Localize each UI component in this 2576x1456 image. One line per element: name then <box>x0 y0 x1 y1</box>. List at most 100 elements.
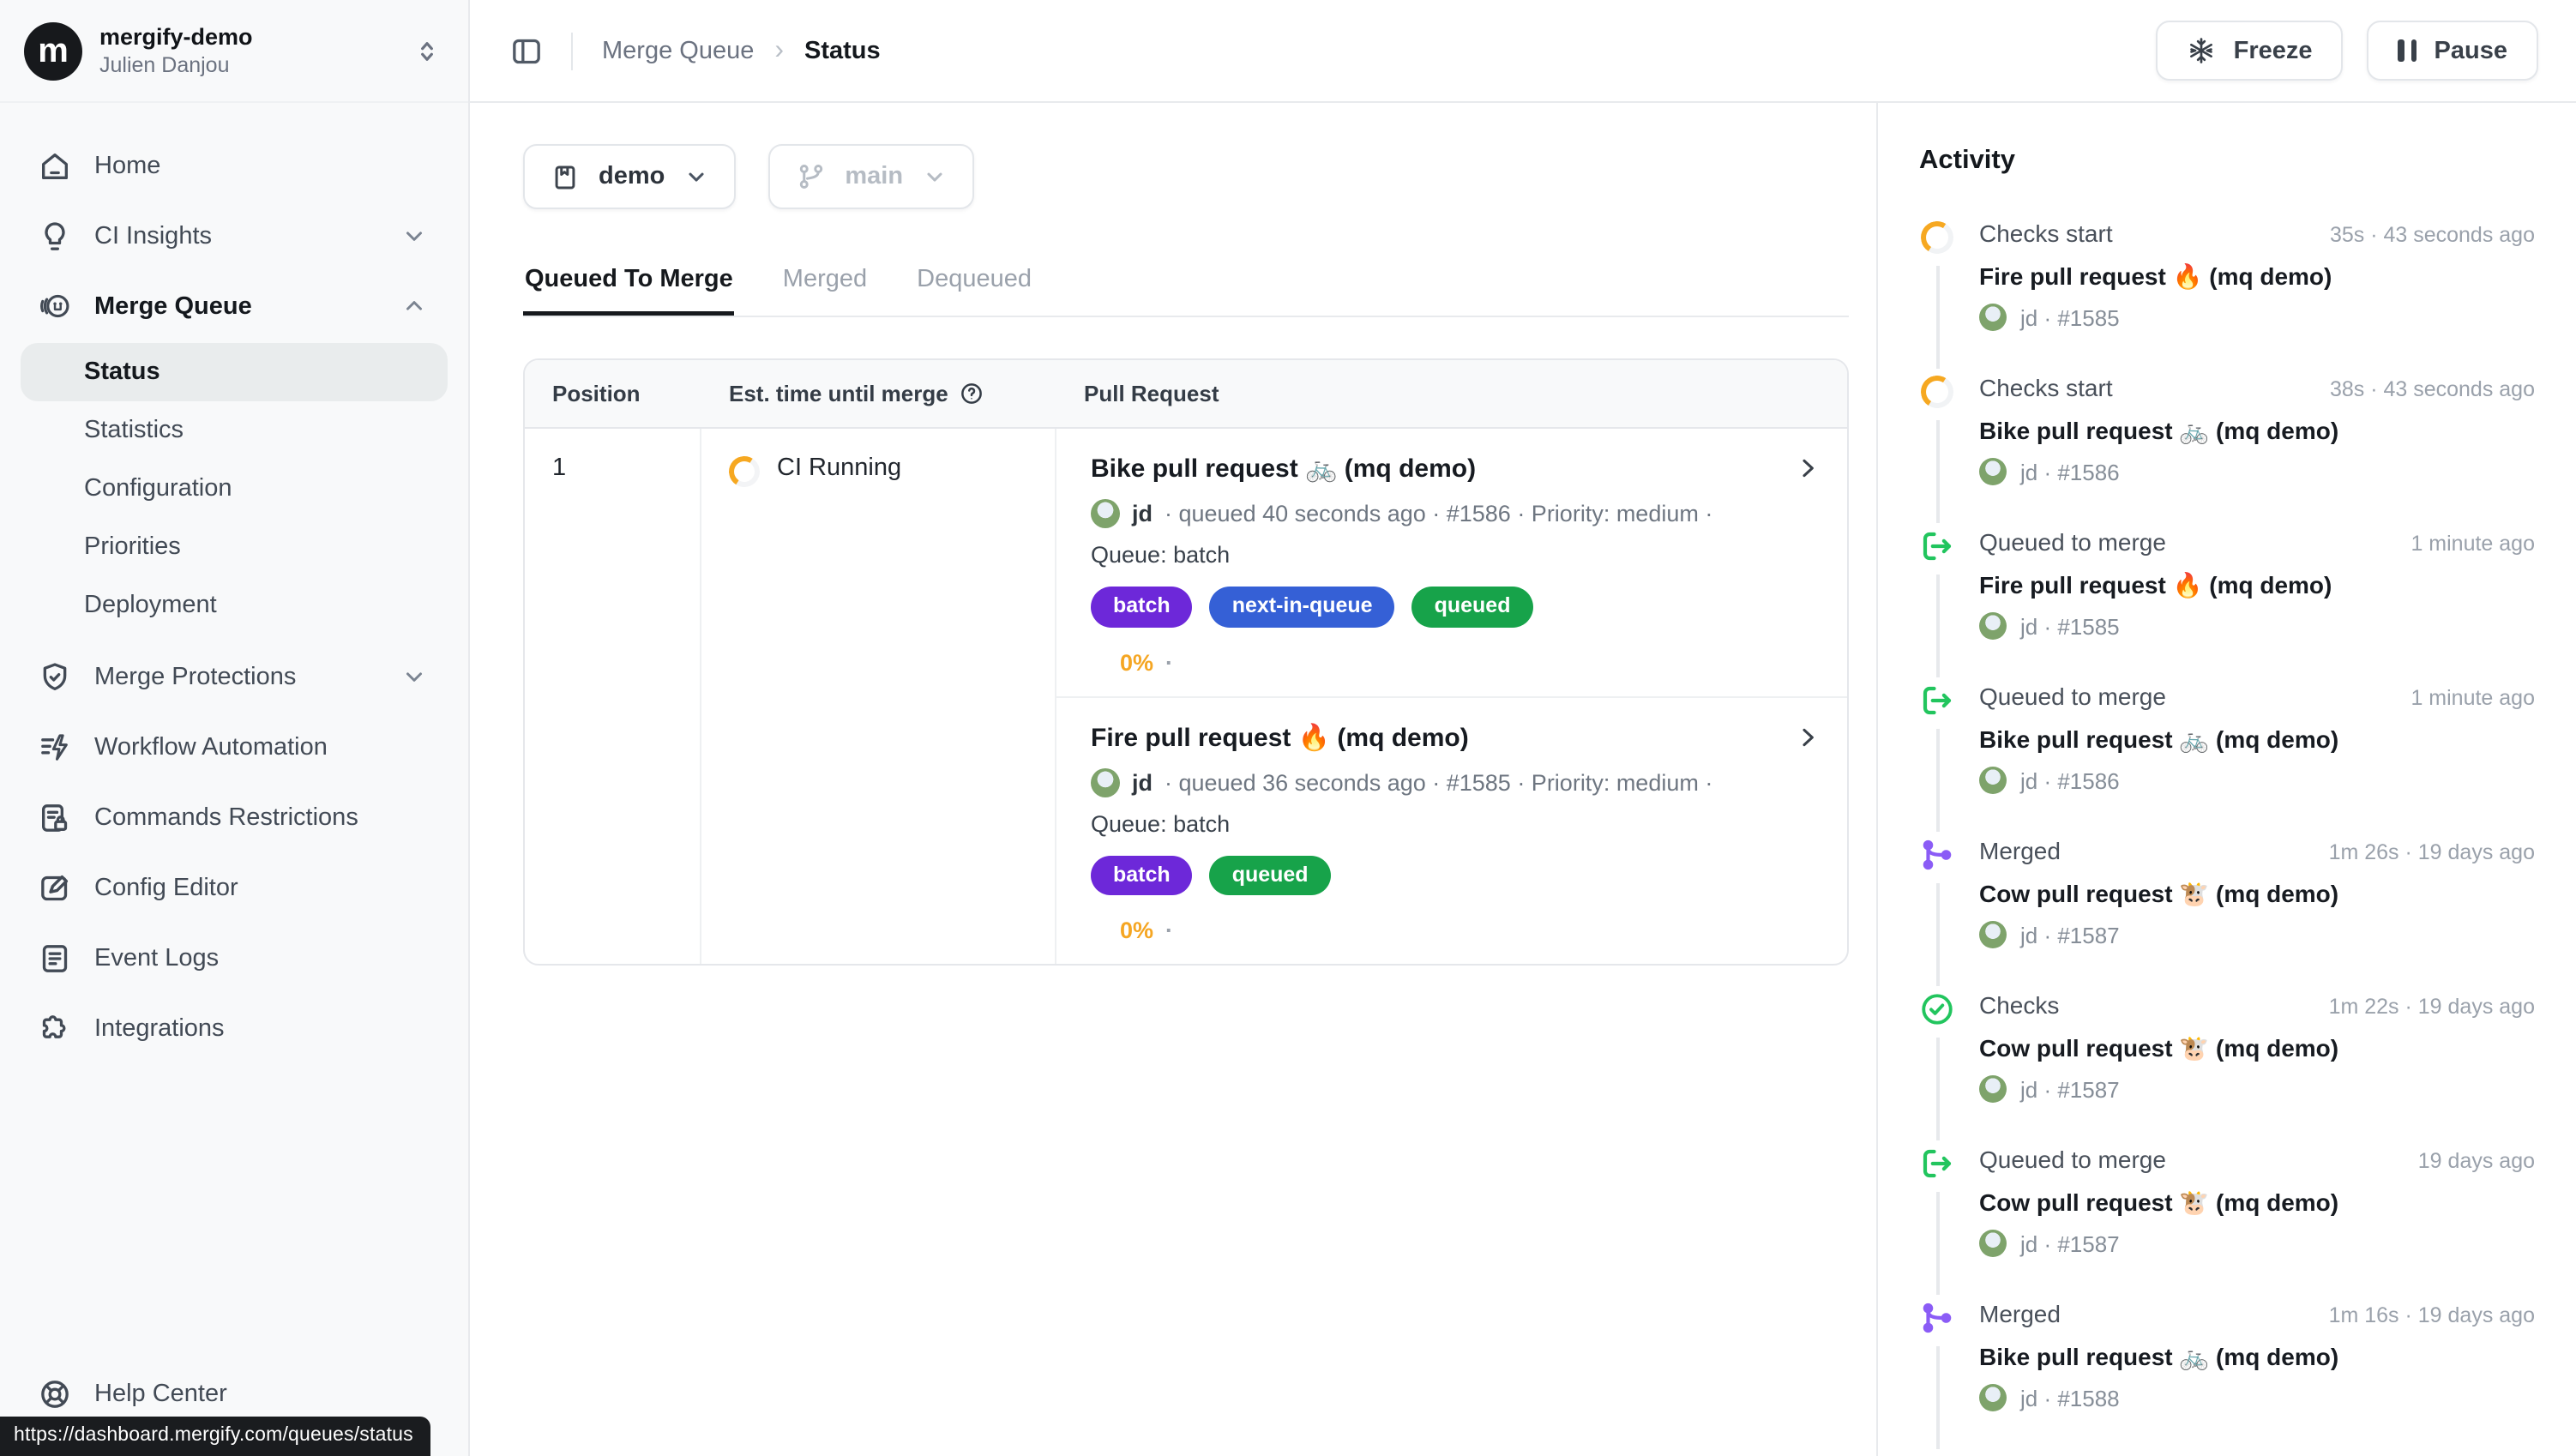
event-ref: jd · #1585 <box>2020 613 2120 639</box>
sidebar-item-commands-restrictions[interactable]: Commands Restrictions <box>21 782 448 852</box>
chevron-down-icon <box>396 659 432 695</box>
event-pr-link[interactable]: Cow pull request 🐮 (mq demo) <box>1979 1188 2535 1218</box>
document-lines-icon <box>36 940 72 976</box>
avatar <box>1979 921 2007 948</box>
sidebar-item-merge-queue[interactable]: Merge Queue <box>21 271 448 341</box>
pr-progress: 0% · <box>1120 918 1813 944</box>
event-pr-link[interactable]: Bike pull request 🚲 (mq demo) <box>1979 1343 2535 1372</box>
sidebar-item-event-logs[interactable]: Event Logs <box>21 923 448 993</box>
sidebar-item-label: Merge Protections <box>94 663 296 690</box>
sidebar-item-ci-insights[interactable]: CI Insights <box>21 201 448 271</box>
tab-merged[interactable]: Merged <box>781 266 869 316</box>
pr-meta: jd · queued 36 seconds ago · #1585 · Pri… <box>1091 767 1813 797</box>
sidebar-item-label: Event Logs <box>94 944 219 972</box>
event-time: 1 minute ago <box>2410 532 2535 556</box>
sidebar-item-home[interactable]: Home <box>21 130 448 201</box>
sidebar-item-deployment[interactable]: Deployment <box>21 576 448 635</box>
pr-meta: jd · queued 40 seconds ago · #1586 · Pri… <box>1091 499 1813 528</box>
event-title: Checks start <box>1979 220 2113 247</box>
pull-request-entry[interactable]: Bike pull request 🚲 (mq demo) jd · queue… <box>1056 429 1847 695</box>
org-names: mergify-demo Julien Danjou <box>99 24 408 77</box>
activity-event: Queued to merge1 minute ago Fire pull re… <box>1919 528 2535 683</box>
avatar <box>1979 1075 2007 1103</box>
topbar-actions: Freeze Pause <box>2157 21 2538 81</box>
spinner-icon <box>1919 220 1955 256</box>
sidebar-item-config-editor[interactable]: Config Editor <box>21 852 448 923</box>
sidebar-item-configuration[interactable]: Configuration <box>21 460 448 518</box>
avatar <box>1979 304 2007 331</box>
pause-button[interactable]: Pause <box>2368 21 2538 81</box>
freeze-button[interactable]: Freeze <box>2157 21 2344 81</box>
pr-title[interactable]: Bike pull request 🚲 (mq demo) <box>1091 453 1813 484</box>
shield-check-icon <box>36 659 72 695</box>
event-pr-link[interactable]: Bike pull request 🚲 (mq demo) <box>1979 725 2535 755</box>
document-lock-icon <box>36 799 72 835</box>
avatar <box>1979 1384 2007 1411</box>
event-time: 19 days ago <box>2418 1149 2535 1173</box>
pr-author: jd <box>1132 769 1153 795</box>
repository-select[interactable]: demo <box>523 144 735 209</box>
merge-queue-submenu: Status Statistics Configuration Prioriti… <box>21 343 448 635</box>
edit-pencil-icon <box>36 869 72 905</box>
chevron-right-icon[interactable] <box>1794 723 1821 750</box>
branch-select[interactable]: main <box>767 144 973 209</box>
chevron-down-icon <box>683 165 707 189</box>
event-title: Merged <box>1979 1300 2061 1327</box>
app-root: m mergify-demo Julien Danjou Home CI Ins… <box>0 0 2576 1456</box>
sidebar-item-statistics[interactable]: Statistics <box>21 401 448 460</box>
sidebar-item-label: Commands Restrictions <box>94 803 358 831</box>
avatar <box>1979 458 2007 485</box>
help-center-label: Help Center <box>94 1380 227 1407</box>
breadcrumb-current: Status <box>804 37 881 64</box>
breadcrumb-separator: › <box>774 35 784 66</box>
check-circle-icon <box>1919 991 1955 1027</box>
tab-dequeued[interactable]: Dequeued <box>915 266 1033 316</box>
event-pr-link[interactable]: Cow pull request 🐮 (mq demo) <box>1979 1034 2535 1063</box>
event-pr-link[interactable]: Bike pull request 🚲 (mq demo) <box>1979 417 2535 446</box>
sidebar-item-priorities[interactable]: Priorities <box>21 518 448 576</box>
queue-filters: demo main <box>523 144 1849 209</box>
event-time: 38s · 43 seconds ago <box>2330 377 2535 401</box>
pull-request-entry[interactable]: Fire pull request 🔥 (mq demo) jd · queue… <box>1056 695 1847 964</box>
sidebar-item-status[interactable]: Status <box>21 343 448 401</box>
help-circle-icon[interactable] <box>959 381 984 406</box>
content-row: demo main Queued To Merge Merged Dequeue… <box>470 103 2576 1456</box>
timeline-connector <box>1936 575 1939 677</box>
branch-icon <box>795 161 826 192</box>
status-bar-url: https://dashboard.mergify.com/queues/sta… <box>0 1417 430 1456</box>
sidebar-item-label: Merge Queue <box>94 292 252 320</box>
ci-running-label: CI Running <box>777 454 901 482</box>
event-ref: jd · #1586 <box>2020 459 2120 484</box>
event-title: Checks <box>1979 991 2059 1019</box>
pr-title[interactable]: Fire pull request 🔥 (mq demo) <box>1091 721 1813 752</box>
org-name: mergify-demo <box>99 24 408 50</box>
badge-batch: batch <box>1091 855 1193 895</box>
sidebar-toggle-icon[interactable] <box>504 28 549 73</box>
pr-queue-label: Queue: batch <box>1091 810 1813 836</box>
chevron-up-down-icon[interactable] <box>408 33 444 69</box>
tab-queued-to-merge[interactable]: Queued To Merge <box>523 266 735 316</box>
pr-progress: 0% · <box>1120 649 1813 675</box>
sidebar-item-integrations[interactable]: Integrations <box>21 993 448 1063</box>
badge-queued: queued <box>1412 587 1533 627</box>
queued-to-merge-icon <box>1919 528 1955 564</box>
queue-table: Position Est. time until merge Pull Requ… <box>523 358 1849 966</box>
breadcrumb-parent[interactable]: Merge Queue <box>602 37 754 64</box>
event-pr-link[interactable]: Cow pull request 🐮 (mq demo) <box>1979 880 2535 909</box>
chevron-right-icon[interactable] <box>1794 454 1821 482</box>
event-pr-link[interactable]: Fire pull request 🔥 (mq demo) <box>1979 262 2535 292</box>
pr-badges: batch queued <box>1091 855 1813 895</box>
pull-request-cell: Bike pull request 🚲 (mq demo) jd · queue… <box>1056 429 1847 965</box>
repository-icon <box>551 162 580 191</box>
org-switcher[interactable]: m mergify-demo Julien Danjou <box>0 0 468 103</box>
event-pr-link[interactable]: Fire pull request 🔥 (mq demo) <box>1979 571 2535 600</box>
activity-panel: Activity Checks start35s · 43 seconds ag… <box>1876 103 2576 1456</box>
activity-event: Checks start38s · 43 seconds ago Bike pu… <box>1919 374 2535 528</box>
avatar <box>1091 767 1120 797</box>
sidebar-item-workflow-automation[interactable]: Workflow Automation <box>21 712 448 782</box>
sidebar-item-merge-protections[interactable]: Merge Protections <box>21 641 448 712</box>
spinner-icon <box>1919 374 1955 410</box>
home-icon <box>36 147 72 184</box>
queue-tabs: Queued To Merge Merged Dequeued <box>523 266 1849 317</box>
queued-to-merge-icon <box>1919 1146 1955 1182</box>
